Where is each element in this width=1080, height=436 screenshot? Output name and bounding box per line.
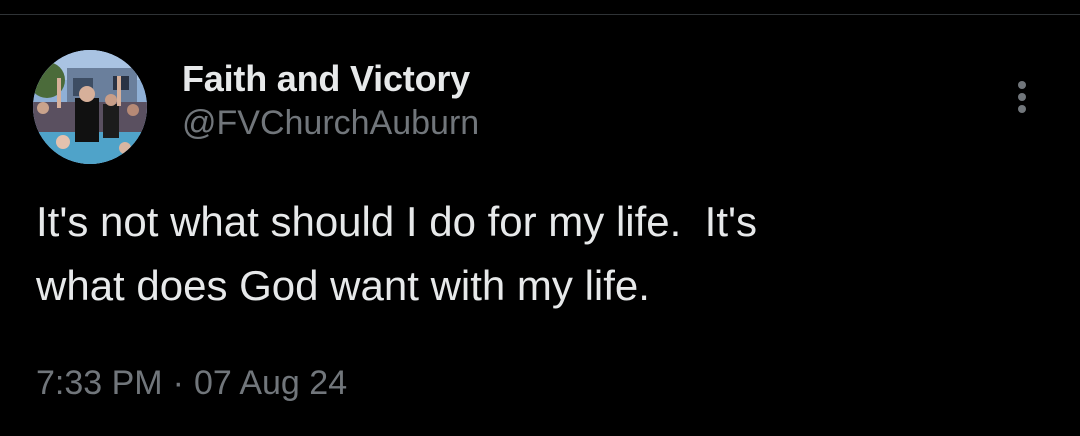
author-handle[interactable]: @FVChurchAuburn (182, 101, 479, 145)
tweet-text: It's not what should I do for my life. I… (36, 198, 758, 309)
author-avatar[interactable] (33, 50, 147, 164)
tweet: Faith and Victory @FVChurchAuburn It's n… (0, 0, 1080, 436)
tweet-time[interactable]: 7:33 PM (36, 364, 163, 402)
avatar-photo-icon (33, 50, 147, 164)
tweet-timestamp[interactable]: 7:33 PM · 07 Aug 24 (36, 360, 347, 406)
author-info: Faith and Victory @FVChurchAuburn (182, 57, 479, 145)
author-display-name[interactable]: Faith and Victory (182, 57, 479, 101)
more-options-button[interactable] (1006, 76, 1038, 118)
tweet-date[interactable]: 07 Aug 24 (194, 364, 347, 402)
timestamp-separator: · (172, 364, 184, 402)
